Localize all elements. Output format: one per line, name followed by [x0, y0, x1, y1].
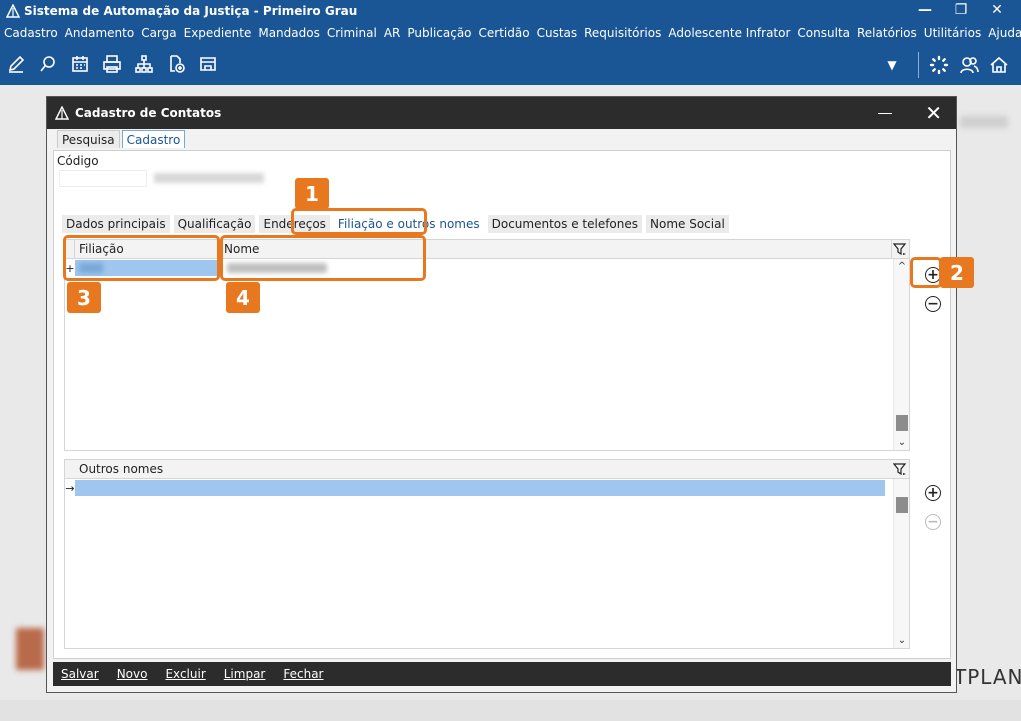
menu-item-requisitorios[interactable]: Requisitórios — [584, 26, 661, 40]
codigo-field[interactable] — [59, 170, 147, 187]
filter-icon[interactable] — [893, 462, 907, 476]
scroll-thumb[interactable] — [896, 497, 908, 513]
menu-item-custas[interactable]: Custas — [537, 26, 578, 40]
redacted-text — [154, 173, 264, 183]
vertical-scrollbar[interactable]: ^ ⌄ — [893, 259, 909, 450]
app-title: Sistema de Automação da Justiça - Primei… — [24, 4, 358, 18]
menu-item-consulta[interactable]: Consulta — [797, 26, 850, 40]
remove-outros-nomes-button[interactable]: − — [925, 514, 941, 530]
minimize-icon[interactable]: — — [907, 0, 943, 20]
toolbar: ▼ — [0, 44, 1021, 84]
callout-highlight-tab — [291, 208, 427, 235]
brand-watermark: TPLAN — [954, 665, 1021, 689]
callout-highlight-add — [910, 257, 942, 288]
dialog-title: Cadastro de Contatos — [75, 106, 222, 120]
outros-nomes-grid: Outros nomes → ⌄ — [64, 459, 910, 649]
tab-nome-social[interactable]: Nome Social — [646, 215, 729, 233]
dropdown-arrow-icon[interactable]: ▼ — [880, 53, 904, 77]
edit-icon[interactable] — [4, 52, 28, 76]
fechar-button[interactable]: Fechar — [283, 667, 323, 681]
tab-pesquisa[interactable]: Pesquisa — [57, 130, 120, 148]
contacts-dialog: Cadastro de Contatos ✕ Pesquisa Cadastro… — [46, 96, 957, 693]
vertical-scrollbar[interactable]: ⌄ — [893, 479, 909, 648]
salvar-button[interactable]: Salvar — [61, 667, 99, 681]
restore-icon[interactable]: ❐ — [943, 0, 979, 20]
codigo-label: Código — [57, 154, 99, 168]
add-document-icon[interactable] — [164, 52, 188, 76]
scales-logo-icon — [55, 106, 69, 120]
table-row[interactable]: → — [65, 479, 909, 497]
menu-item-ajuda[interactable]: Ajuda — [988, 26, 1021, 40]
callout-highlight-nome — [220, 235, 426, 281]
tab-dados-principais[interactable]: Dados principais — [62, 215, 170, 233]
grid-header: Outros nomes — [65, 460, 909, 479]
scroll-down-icon[interactable]: ⌄ — [894, 635, 910, 646]
top-tabs: Pesquisa Cadastro — [57, 130, 187, 148]
background-blur — [16, 628, 44, 670]
menu-item-cadastro[interactable]: Cadastro — [4, 26, 58, 40]
status-bar — [0, 700, 1021, 721]
tab-cadastro[interactable]: Cadastro — [121, 130, 186, 148]
filter-icon[interactable] — [893, 242, 907, 256]
toolbar-separator — [918, 52, 919, 78]
dialog-titlebar: Cadastro de Contatos ✕ — [47, 97, 956, 129]
calendar-icon[interactable] — [68, 52, 92, 76]
callout-badge-2: 2 — [940, 257, 974, 288]
row-indicator-header — [65, 460, 75, 479]
excluir-button[interactable]: Excluir — [165, 667, 205, 681]
menu-item-andamento[interactable]: Andamento — [65, 26, 135, 40]
add-outros-nomes-button[interactable]: + — [925, 485, 941, 501]
bottom-action-bar: Salvar Novo Excluir Limpar Fechar — [53, 662, 951, 686]
remove-filiacao-button[interactable]: − — [925, 296, 941, 312]
outros-nomes-cell[interactable] — [75, 480, 885, 496]
app-titlebar: Sistema de Automação da Justiça - Primei… — [0, 0, 1021, 22]
loading-spinner-icon — [927, 53, 951, 77]
row-current-marker: → — [65, 481, 75, 495]
tab-qualificacao[interactable]: Qualificação — [173, 215, 256, 233]
scroll-down-icon[interactable]: ⌄ — [894, 437, 910, 448]
menu-item-publicacao[interactable]: Publicação — [407, 26, 471, 40]
menu-item-adolescente-infrator[interactable]: Adolescente Infrator — [668, 26, 790, 40]
callout-badge-1: 1 — [295, 178, 329, 209]
scroll-up-icon[interactable]: ^ — [894, 261, 910, 272]
callout-highlight-filiacao — [63, 235, 220, 281]
folder-icon[interactable] — [196, 52, 220, 76]
app-header: Sistema de Automação da Justiça - Primei… — [0, 0, 1021, 85]
hierarchy-icon[interactable] — [132, 52, 156, 76]
menu-item-relatorios[interactable]: Relatórios — [857, 26, 917, 40]
col-outros-nomes[interactable]: Outros nomes — [75, 460, 275, 479]
toolbar-right: ▼ — [880, 52, 1017, 78]
menu-bar: Cadastro Andamento Carga Expediente Mand… — [0, 22, 1021, 44]
menu-item-criminal[interactable]: Criminal — [327, 26, 377, 40]
scroll-thumb[interactable] — [896, 415, 908, 431]
dialog-close-icon[interactable]: ✕ — [925, 101, 942, 125]
cadastro-panel: Código Dados principais Qualificação End… — [53, 150, 951, 659]
menu-item-utilitarios[interactable]: Utilitários — [924, 26, 981, 40]
callout-badge-3: 3 — [67, 282, 101, 313]
menu-item-carga[interactable]: Carga — [141, 26, 176, 40]
menu-item-mandados[interactable]: Mandados — [258, 26, 320, 40]
background-blur — [960, 116, 1008, 128]
dialog-minimize-icon[interactable] — [878, 104, 892, 114]
tab-documentos-telefones[interactable]: Documentos e telefones — [487, 215, 643, 233]
print-icon[interactable] — [100, 52, 124, 76]
menu-item-ar[interactable]: AR — [384, 26, 401, 40]
users-icon[interactable] — [957, 53, 981, 77]
scales-logo-icon — [6, 4, 20, 18]
menu-item-certidao[interactable]: Certidão — [479, 26, 530, 40]
home-icon[interactable] — [987, 53, 1011, 77]
search-icon[interactable] — [36, 52, 60, 76]
window-controls: — ❐ ✕ — [907, 0, 1015, 20]
callout-badge-4: 4 — [226, 282, 260, 313]
close-icon[interactable]: ✕ — [979, 0, 1015, 20]
limpar-button[interactable]: Limpar — [224, 667, 266, 681]
menu-item-expediente[interactable]: Expediente — [184, 26, 252, 40]
novo-button[interactable]: Novo — [117, 667, 148, 681]
